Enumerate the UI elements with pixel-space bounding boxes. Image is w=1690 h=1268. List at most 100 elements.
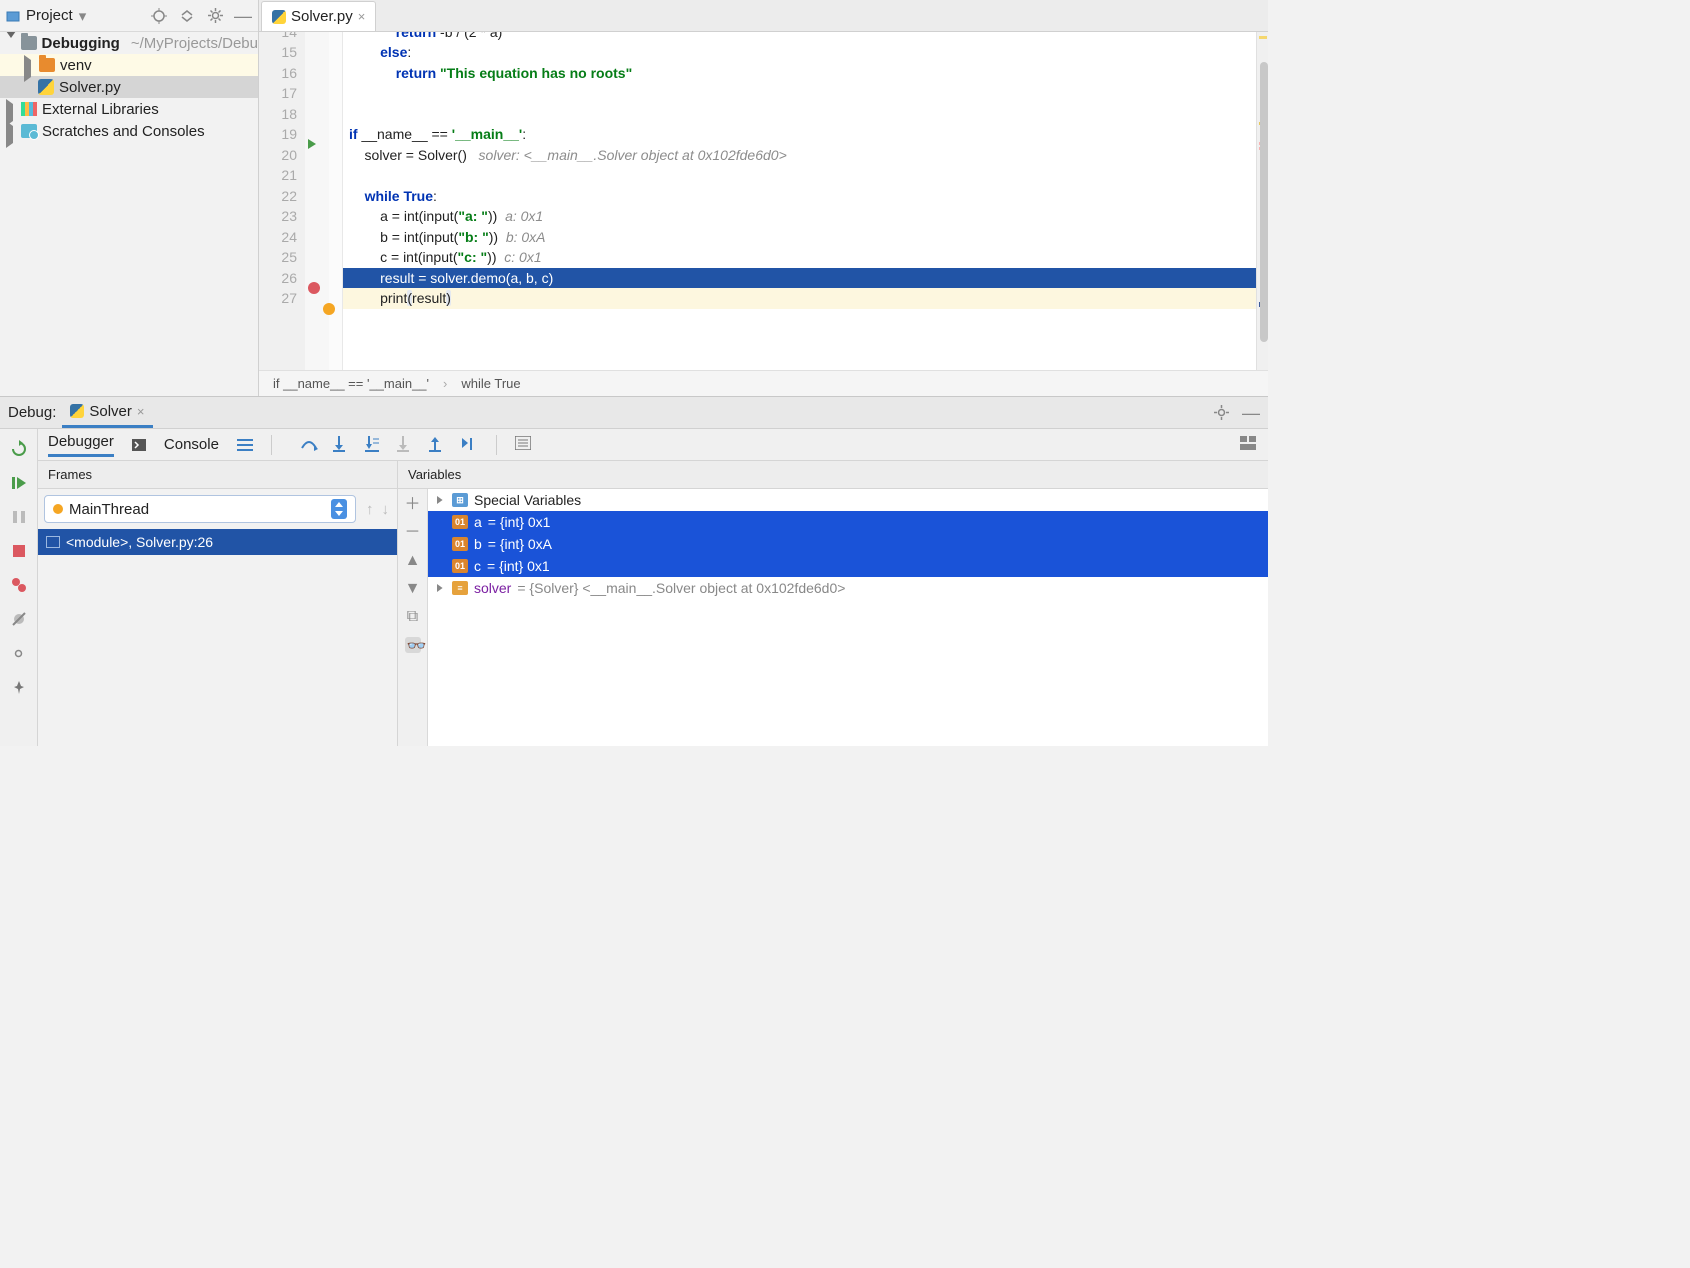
code-line[interactable]: if __name__ == '__main__': (343, 124, 1256, 145)
breadcrumb-segment[interactable]: while True (461, 376, 520, 391)
close-icon[interactable]: × (358, 9, 366, 24)
move-up-icon[interactable]: ▲ (405, 553, 421, 569)
line-number[interactable]: 15 (259, 42, 297, 63)
project-tree: Debugging ~/MyProjects/Debu venv Solver.… (0, 32, 258, 396)
gear-icon[interactable] (206, 7, 224, 25)
code-line[interactable]: result = solver.demo(a, b, c) (343, 268, 1256, 289)
line-number[interactable]: 25 (259, 247, 297, 268)
pause-icon[interactable] (9, 507, 29, 527)
tab-bar: Solver.py × (259, 0, 1268, 32)
step-over-icon[interactable] (300, 436, 318, 454)
locate-icon[interactable] (150, 7, 168, 25)
variables-list: ⊞ Special Variables 01a = {int} 0x101b =… (428, 489, 1268, 746)
step-into-icon[interactable] (332, 436, 350, 454)
thread-selector[interactable]: MainThread (44, 495, 356, 523)
code-line[interactable]: else: (343, 42, 1256, 63)
line-number[interactable]: 27 (259, 288, 297, 309)
code-line[interactable]: while True: (343, 186, 1256, 207)
tree-item-solver[interactable]: Solver.py (0, 76, 258, 98)
editor-body[interactable]: 1415161718192021222324252627 return -b /… (259, 32, 1268, 370)
remove-watch-icon[interactable]: － (405, 525, 421, 541)
variable-row[interactable]: 01b = {int} 0xA (428, 533, 1268, 555)
step-out-icon[interactable] (428, 436, 446, 454)
sidebar-title[interactable]: Project (26, 7, 73, 24)
add-watch-icon[interactable]: ＋ (405, 497, 421, 513)
line-number[interactable]: 24 (259, 227, 297, 248)
stack-frame[interactable]: <module>, Solver.py:26 (38, 529, 397, 555)
run-to-cursor-icon[interactable] (460, 436, 478, 454)
close-icon[interactable]: × (137, 404, 145, 419)
code-line[interactable]: b = int(input("b: ")) b: 0xA (343, 227, 1256, 248)
force-step-into-icon[interactable] (396, 436, 414, 454)
minimize-icon[interactable]: — (234, 7, 252, 25)
tab-debugger[interactable]: Debugger (48, 433, 114, 457)
tree-scratches[interactable]: Scratches and Consoles (0, 120, 258, 142)
line-number[interactable]: 23 (259, 206, 297, 227)
tree-root[interactable]: Debugging ~/MyProjects/Debu (0, 32, 258, 54)
layout-icon[interactable] (1240, 436, 1258, 454)
code-line[interactable] (343, 83, 1256, 104)
expand-icon[interactable] (6, 38, 16, 48)
code-line[interactable]: a = int(input("a: ")) a: 0x1 (343, 206, 1256, 227)
frame-icon (46, 536, 60, 548)
line-number[interactable]: 17 (259, 83, 297, 104)
debug-config-tab[interactable]: Solver × (62, 398, 152, 428)
prev-frame-icon[interactable]: ↑ (362, 501, 378, 518)
overview-ruler[interactable] (1256, 32, 1268, 370)
variable-row[interactable]: 01c = {int} 0x1 (428, 555, 1268, 577)
pin-icon[interactable] (9, 677, 29, 697)
line-number[interactable]: 26 (259, 268, 297, 289)
next-frame-icon[interactable]: ↓ (378, 501, 398, 518)
code-line[interactable]: return "This equation has no roots" (343, 63, 1256, 84)
line-number[interactable]: 14 (259, 32, 297, 42)
line-number[interactable]: 18 (259, 104, 297, 125)
run-marker-icon[interactable] (308, 139, 324, 155)
spinner-icon[interactable] (331, 499, 347, 519)
code-line[interactable] (343, 165, 1256, 186)
minimize-icon[interactable]: — (1242, 404, 1260, 422)
settings-icon[interactable] (9, 643, 29, 663)
breakpoint-icon[interactable] (308, 282, 324, 298)
expand-icon[interactable] (6, 126, 16, 136)
code-line[interactable]: return -b / (2 * a) (343, 32, 1256, 42)
line-number[interactable]: 19 (259, 124, 297, 145)
tree-external-libs[interactable]: External Libraries (0, 98, 258, 120)
line-number[interactable]: 16 (259, 63, 297, 84)
breadcrumb-segment[interactable]: if __name__ == '__main__' (273, 376, 429, 391)
collapse-icon[interactable] (178, 7, 196, 25)
copy-icon[interactable]: ⧉ (405, 609, 421, 625)
threads-icon[interactable] (237, 438, 253, 452)
stop-icon[interactable] (9, 541, 29, 561)
code-line[interactable]: solver = Solver() solver: <__main__.Solv… (343, 145, 1256, 166)
gear-icon[interactable] (1212, 404, 1230, 422)
variable-row[interactable]: 01a = {int} 0x1 (428, 511, 1268, 533)
resume-icon[interactable] (9, 473, 29, 493)
file-tab[interactable]: Solver.py × (261, 1, 376, 31)
dropdown-icon[interactable]: ▾ (79, 7, 87, 25)
expand-icon[interactable] (6, 104, 16, 114)
debug-toolbar: Debugger Console (38, 429, 1268, 461)
expand-icon[interactable] (437, 584, 445, 592)
move-down-icon[interactable]: ▼ (405, 581, 421, 597)
intention-bulb-icon[interactable] (323, 303, 339, 319)
tab-console[interactable]: Console (164, 436, 219, 453)
var-special[interactable]: ⊞ Special Variables (428, 489, 1268, 511)
expand-icon[interactable] (24, 60, 34, 70)
mute-breakpoints-icon[interactable] (9, 609, 29, 629)
code-line[interactable]: print(result) (343, 288, 1256, 309)
rerun-icon[interactable] (9, 439, 29, 459)
code-line[interactable]: c = int(input("c: ")) c: 0x1 (343, 247, 1256, 268)
line-number[interactable]: 22 (259, 186, 297, 207)
step-into-my-code-icon[interactable] (364, 436, 382, 454)
show-watches-icon[interactable]: 👓 (405, 637, 421, 653)
code-area[interactable]: return -b / (2 * a) else: return "This e… (343, 32, 1256, 370)
line-number[interactable]: 20 (259, 145, 297, 166)
variable-row[interactable]: ≡solver = {Solver} <__main__.Solver obje… (428, 577, 1268, 599)
tree-item-venv[interactable]: venv (0, 54, 258, 76)
evaluate-expression-icon[interactable] (515, 436, 533, 454)
expand-icon[interactable] (437, 496, 445, 504)
scrollbar-thumb[interactable] (1260, 62, 1268, 342)
view-breakpoints-icon[interactable] (9, 575, 29, 595)
code-line[interactable] (343, 104, 1256, 125)
line-number[interactable]: 21 (259, 165, 297, 186)
